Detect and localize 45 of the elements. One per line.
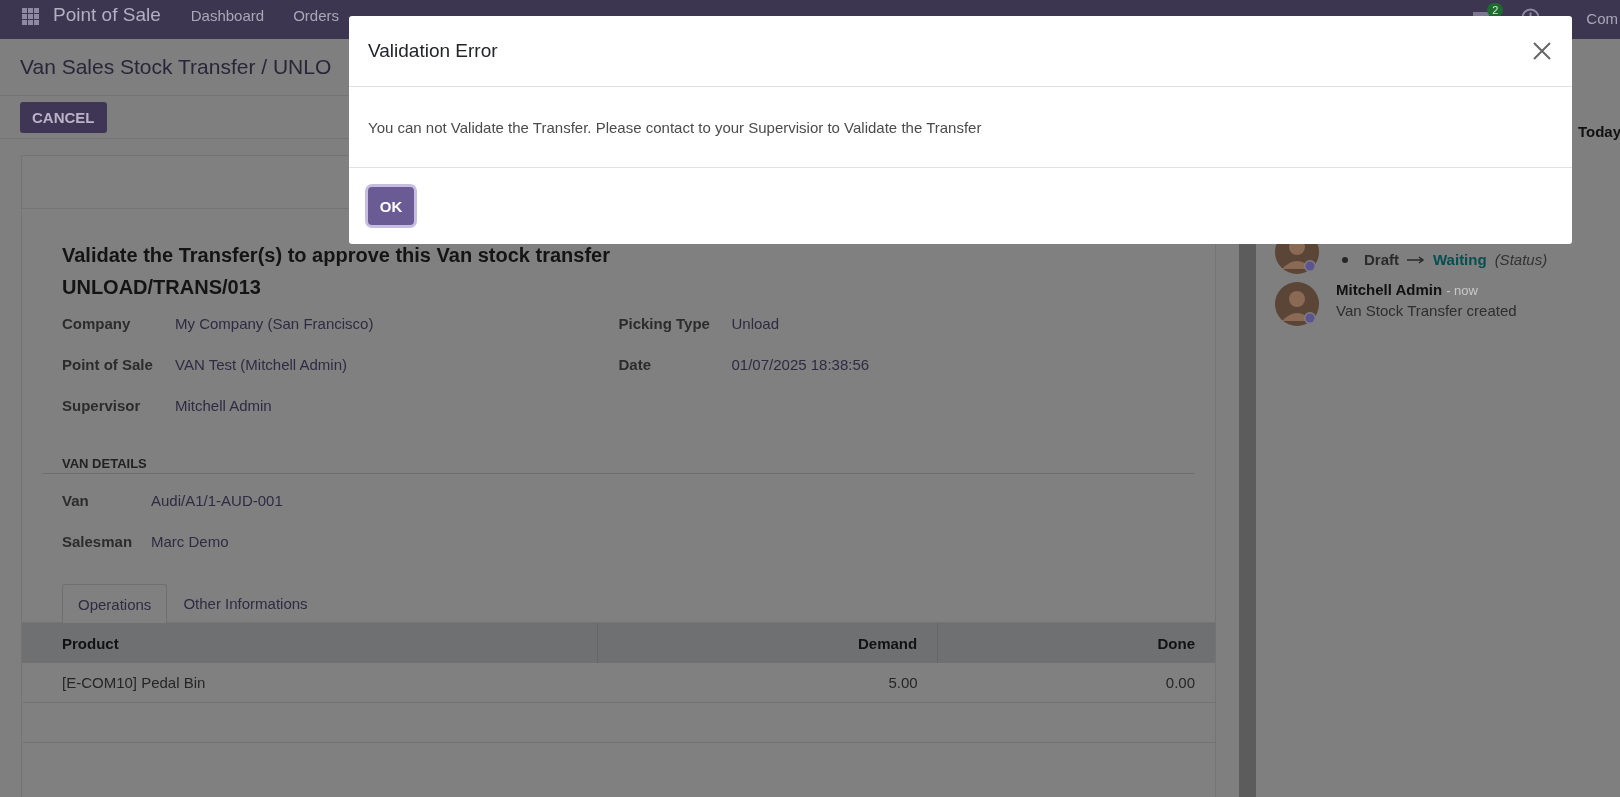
table-cell: [E-COM10] Pedal Bin [62, 674, 206, 691]
field-label: Point of Sale [62, 356, 154, 373]
field-label: Salesman [62, 533, 134, 550]
breadcrumb[interactable]: Van Sales Stock Transfer / UNLO [20, 55, 332, 79]
field-value: My Company (San Francisco) [175, 315, 374, 332]
table-cell: 0.00 [1165, 674, 1195, 691]
message-count-badge: 2 [1487, 3, 1504, 17]
table-cell: 5.00 [888, 674, 918, 691]
field-value: Audi/A1/1-AUD-001 [151, 492, 283, 509]
field-label: Date [618, 356, 652, 373]
field-label: Supervisor [62, 397, 142, 414]
message-author[interactable]: Mitchell Admin [1336, 281, 1443, 298]
record-reference: UNLOAD/TRANS/013 [62, 275, 262, 300]
company-switcher[interactable]: Com [1586, 5, 1618, 27]
section-title: VAN DETAILS [42, 456, 1195, 474]
column-header[interactable]: Demand [858, 634, 918, 652]
field-label: Van [62, 492, 90, 509]
tab[interactable]: Other Informations [167, 584, 324, 622]
app-name[interactable]: Point of Sale [53, 3, 161, 26]
field-value: Marc Demo [151, 533, 229, 550]
field-label: Picking Type [618, 315, 711, 332]
ok-button[interactable]: OK [368, 187, 414, 225]
field-label: Company [62, 315, 132, 332]
new-value: Waiting [1433, 251, 1487, 268]
avatar-icon [1274, 281, 1320, 327]
field-value: Mitchell Admin [175, 397, 272, 414]
column-header[interactable]: Product [62, 634, 119, 652]
tab[interactable]: Operations [62, 584, 168, 623]
apps-menu-icon[interactable] [22, 8, 39, 25]
menu-item[interactable]: Dashboard [190, 3, 265, 24]
field-value: 01/07/2025 18:38:56 [731, 356, 870, 373]
form-heading: Validate the Transfer(s) to approve this Van stock transfer [62, 243, 611, 268]
arrow-icon [1407, 255, 1425, 264]
old-value: Draft [1364, 251, 1399, 268]
menu-item[interactable]: Orders [293, 3, 339, 24]
dialog-message: You can not Validate the Transfer. Please contact to your Supervisior to Validate the Transfer [368, 118, 982, 136]
tracked-field: (Status) [1494, 251, 1548, 268]
field-value: Unload [731, 315, 780, 332]
message-body: Van Stock Transfer created [1336, 302, 1517, 319]
dialog-title: Validation Error [368, 40, 498, 62]
cancel-button[interactable]: CANCEL [20, 101, 107, 133]
field-value: VAN Test (Mitchell Admin) [175, 356, 347, 373]
message-time: - now [1446, 283, 1478, 298]
close-icon[interactable] [1532, 41, 1552, 61]
column-header[interactable]: Done [1157, 634, 1195, 652]
